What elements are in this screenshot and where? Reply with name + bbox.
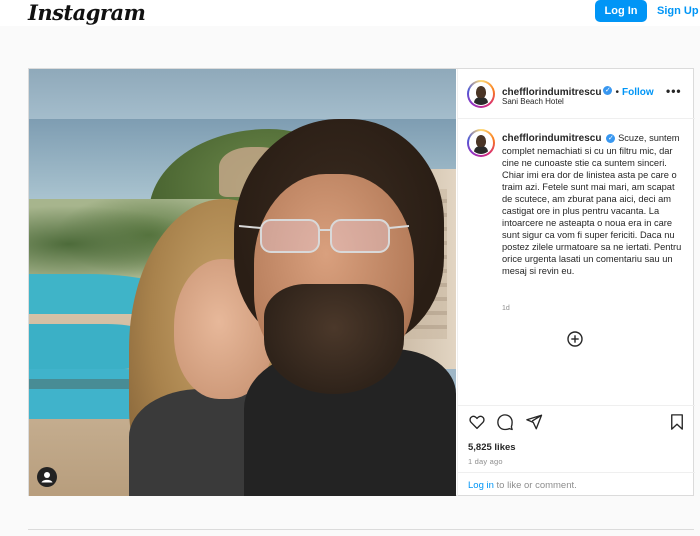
verified-badge-icon: ✓ [606, 134, 616, 144]
instagram-logo[interactable]: Instagram [28, 0, 146, 25]
caption-timestamp: 1d [502, 305, 510, 312]
separator-dot: • [615, 87, 619, 98]
heart-icon[interactable] [468, 413, 486, 431]
more-options-icon[interactable]: ••• [666, 84, 682, 98]
caption-username[interactable]: chefflorindumitrescu [502, 133, 601, 144]
log-in-button[interactable]: Log In [595, 0, 647, 22]
photo-man-beard [264, 284, 404, 394]
post-header: chefflorindumitrescu ✓ • Follow Sani Beach … [458, 69, 695, 119]
verified-badge-icon: ✓ [603, 86, 613, 96]
caption-author-avatar[interactable] [467, 129, 495, 157]
follow-button[interactable]: Follow [622, 87, 654, 98]
comment-icon[interactable] [496, 413, 514, 431]
location-link[interactable]: Sani Beach Hotel [502, 97, 564, 106]
author-avatar[interactable] [467, 80, 495, 108]
log-in-link[interactable]: Log in [468, 480, 494, 491]
plus-circle-icon[interactable] [567, 331, 583, 347]
bookmark-icon[interactable] [668, 413, 686, 431]
post-actions: 5,825 likes 1 day ago Log in to like or … [458, 405, 695, 495]
tagged-user-icon[interactable] [37, 467, 57, 487]
post-sidebar: chefflorindumitrescu ✓ • Follow Sani Beach … [457, 69, 695, 496]
login-prompt: Log in to like or comment. [458, 472, 695, 496]
top-navigation-bar: Instagram Log In Sign Up [0, 0, 700, 26]
send-icon[interactable] [525, 413, 543, 431]
post-photo[interactable] [29, 69, 456, 496]
post-card: chefflorindumitrescu ✓ • Follow Sani Beach … [28, 68, 695, 496]
divider [28, 529, 694, 530]
post-caption: chefflorindumitrescu ✓ Scuze, suntem comp… [502, 132, 682, 277]
login-prompt-text: to like or comment. [493, 480, 577, 491]
likes-count[interactable]: 5,825 likes [468, 442, 516, 453]
sign-up-link[interactable]: Sign Up [657, 5, 699, 17]
post-timestamp: 1 day ago [468, 457, 503, 466]
photo-glasses [239, 219, 409, 253]
caption-text: Scuze, suntem complet nemachiati si cu u… [502, 133, 682, 276]
